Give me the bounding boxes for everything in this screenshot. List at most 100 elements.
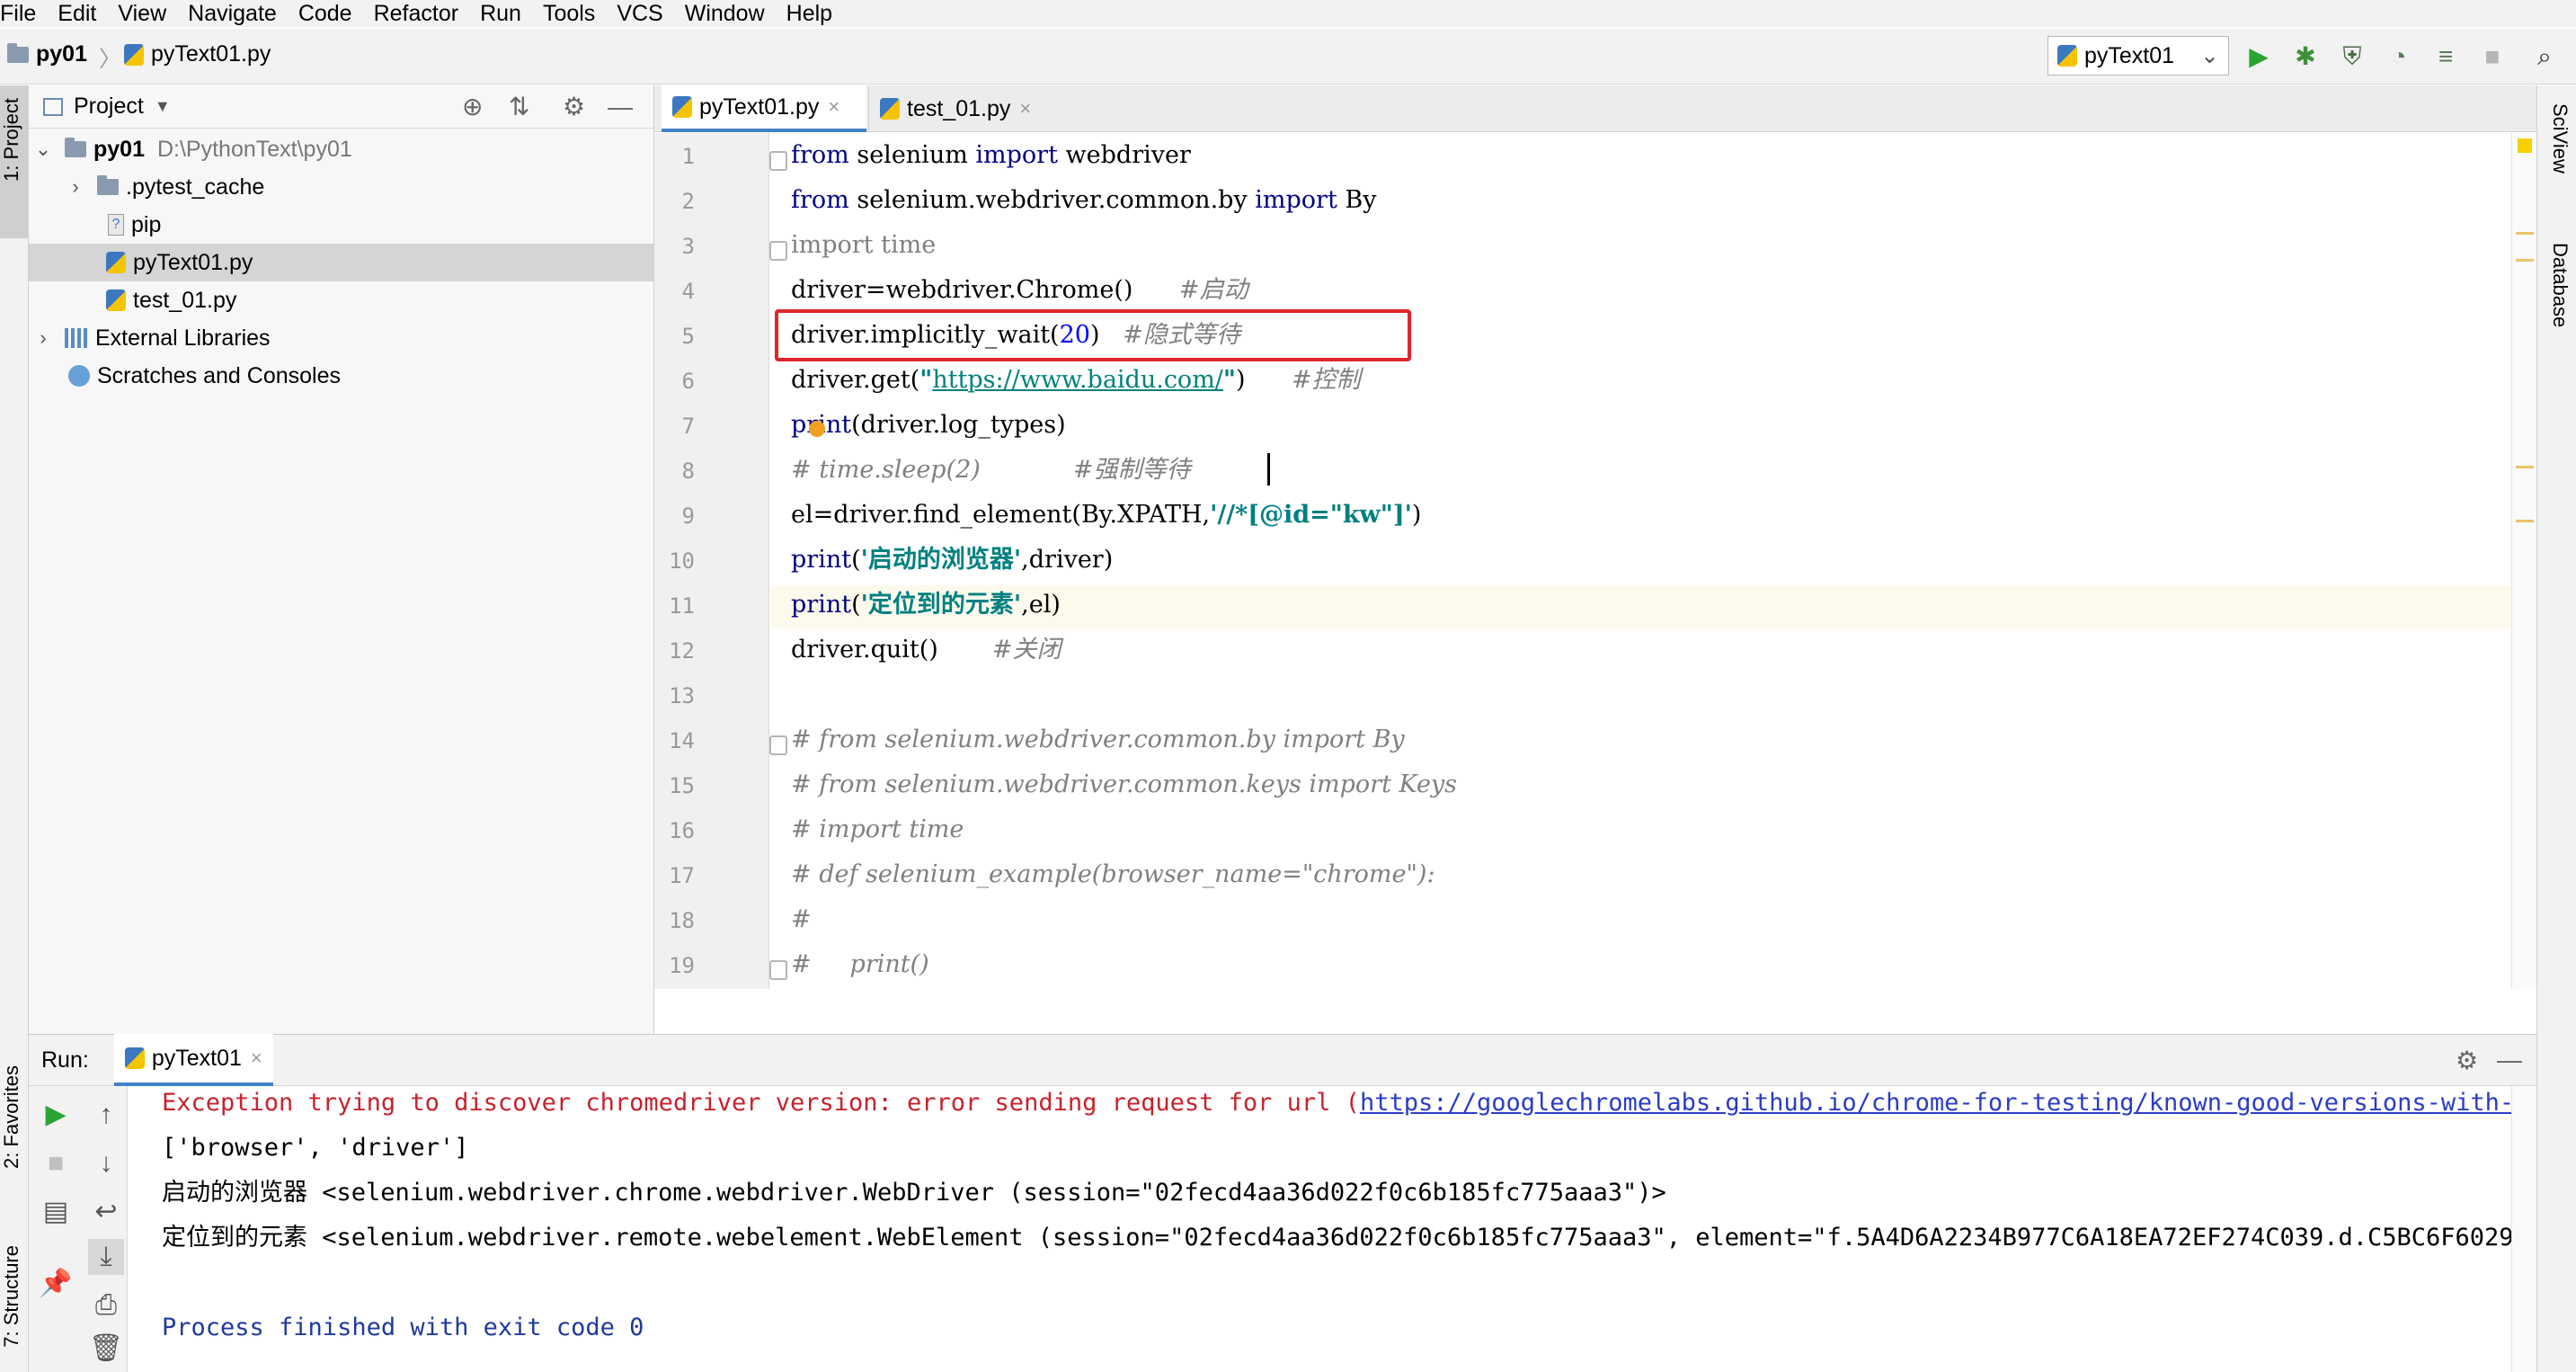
code-line: # import time [791, 815, 964, 843]
trash-icon[interactable]: 🗑 [88, 1331, 124, 1367]
console-line: 定位到的元素 <selenium.webdriver.remote.webele… [162, 1224, 2511, 1252]
folder-icon [7, 42, 29, 63]
run-tab-pytext01[interactable]: pyText01 × [113, 1034, 273, 1086]
concurrency-icon[interactable]: ≡ [2432, 43, 2459, 70]
tree-item-pytext01[interactable]: pyText01.py [29, 244, 654, 281]
debug-icon[interactable]: ✱ [2292, 43, 2319, 70]
python-file-icon [880, 98, 900, 120]
chevron-down-icon[interactable]: ▼ [155, 97, 171, 116]
line-number: 9 [681, 503, 695, 529]
chevron-down-icon[interactable]: ⌄ [34, 138, 52, 161]
console-url-link[interactable]: https://googlechromelabs.github.io/chrom… [1360, 1089, 2511, 1117]
chevron-right-icon[interactable]: › [34, 326, 52, 350]
python-file-icon [106, 252, 126, 273]
console-line: 启动的浏览器 <selenium.webdriver.chrome.webdri… [162, 1179, 1666, 1207]
gear-icon[interactable]: ⚙ [2456, 1046, 2478, 1075]
scroll-to-end-icon[interactable]: ⤓ [88, 1239, 124, 1275]
intention-bulb-icon[interactable] [809, 421, 825, 437]
unknown-file-icon: ? [108, 214, 124, 236]
breadcrumb-separator-icon: 〉 [99, 47, 122, 72]
project-view-selector[interactable]: Project [74, 94, 144, 120]
code-line: print('启动的浏览器',driver) [791, 546, 1114, 574]
collapse-all-icon[interactable]: ⇅ [509, 92, 529, 121]
line-number: 4 [681, 279, 695, 304]
tab-pytext01[interactable]: pyText01.py × [662, 85, 866, 132]
project-panel-header: Project ▼ ⊕ ⇅ ⚙ — [29, 85, 654, 129]
menu-bar: File Edit View Navigate Code Refactor Ru… [0, 0, 2576, 27]
restore-layout-icon[interactable]: ▤ [38, 1194, 74, 1230]
close-icon[interactable]: × [1019, 97, 1031, 120]
hide-panel-icon[interactable]: — [2497, 1046, 2522, 1074]
soft-wrap-icon[interactable]: ↩ [88, 1194, 124, 1230]
menu-view[interactable]: View [118, 0, 166, 27]
fold-marker-icon[interactable] [769, 241, 787, 261]
tree-item-external-libraries[interactable]: › External Libraries [29, 319, 654, 357]
error-stripe-mark[interactable] [2516, 232, 2534, 235]
favorites-tool-button[interactable]: 2: Favorites [0, 1065, 29, 1245]
breadcrumb-project[interactable]: py01 [7, 41, 87, 67]
code-editor[interactable]: 1 2 3 4 5 6 7 8 9 10 11 12 13 14 15 16 1… [654, 133, 2536, 989]
code-line: print(driver.log_types) [791, 411, 1066, 439]
structure-tool-button[interactable]: 7: Structure [0, 1245, 29, 1372]
gear-icon[interactable]: ⚙ [563, 92, 585, 121]
tab-test01[interactable]: test_01.py × [868, 85, 1073, 132]
breadcrumb-file[interactable]: pyText01.py [124, 41, 271, 67]
line-number: 18 [669, 908, 695, 933]
menu-window[interactable]: Window [685, 0, 765, 27]
menu-file[interactable]: File [0, 0, 36, 27]
search-icon[interactable]: ⌕ [2531, 43, 2558, 70]
stop-icon[interactable]: ■ [38, 1145, 74, 1181]
tree-item-test01[interactable]: test_01.py [29, 281, 654, 319]
project-tool-button[interactable]: 1: Project [0, 85, 29, 238]
code-line: print('定位到的元素',el) [791, 591, 1061, 619]
fold-marker-icon[interactable] [769, 151, 787, 171]
pin-tab-icon[interactable]: 📌 [38, 1266, 74, 1302]
sciview-tool-button[interactable]: SciView [2537, 103, 2576, 229]
menu-edit[interactable]: Edit [58, 0, 96, 27]
run-console[interactable]: Exception trying to discover chromedrive… [128, 1086, 2511, 1372]
stop-icon[interactable]: ■ [2479, 43, 2506, 70]
code-line: # print() [791, 950, 929, 978]
code-line: # def selenium_example(browser_name="chr… [791, 860, 1435, 888]
run-label: Run: [41, 1047, 89, 1073]
menu-run[interactable]: Run [480, 0, 521, 27]
close-icon[interactable]: × [251, 1047, 262, 1070]
editor-scrollbar[interactable] [2511, 133, 2536, 989]
code-line: # from selenium.webdriver.common.by impo… [791, 726, 1405, 753]
run-configuration-select[interactable]: pyText01 ⌄ [2047, 36, 2229, 76]
hide-panel-icon[interactable]: — [608, 93, 633, 121]
scroll-up-icon[interactable]: ↑ [88, 1097, 124, 1133]
menu-refactor[interactable]: Refactor [374, 0, 458, 27]
error-stripe-mark[interactable] [2516, 466, 2534, 468]
annotation-highlight-box [775, 309, 1411, 361]
menu-code[interactable]: Code [298, 0, 352, 27]
database-tool-button[interactable]: Database [2537, 243, 2576, 378]
print-icon[interactable]: ⎙ [88, 1287, 124, 1323]
python-file-icon [106, 290, 126, 311]
error-stripe-mark[interactable] [2516, 520, 2534, 522]
menu-vcs[interactable]: VCS [617, 0, 662, 27]
tree-item-scratches[interactable]: Scratches and Consoles [29, 357, 654, 395]
console-scrollbar[interactable] [2511, 1086, 2536, 1372]
locate-file-icon[interactable]: ⊕ [462, 92, 483, 121]
error-stripe-mark[interactable] [2516, 259, 2534, 262]
menu-tools[interactable]: Tools [543, 0, 595, 27]
scroll-down-icon[interactable]: ↓ [88, 1145, 124, 1181]
tree-item-pytest-cache[interactable]: › .pytest_cache [29, 168, 654, 206]
fold-marker-icon[interactable] [769, 735, 787, 755]
python-file-icon [672, 96, 692, 118]
tree-item-py01[interactable]: ⌄ py01 D:\PythonText\py01 [29, 130, 654, 168]
tree-item-pip[interactable]: ? pip [29, 206, 654, 244]
rerun-icon[interactable]: ▶ [38, 1097, 74, 1133]
profile-icon[interactable]: ◔ [2385, 43, 2412, 70]
menu-navigate[interactable]: Navigate [188, 0, 277, 27]
code-line: from selenium.webdriver.common.by import… [791, 186, 1377, 214]
warning-indicator-icon[interactable] [2518, 138, 2532, 153]
code-line: el=driver.find_element(By.XPATH,'//*[@id… [791, 501, 1422, 529]
run-icon[interactable]: ▶ [2245, 43, 2272, 70]
fold-marker-icon[interactable] [769, 960, 787, 980]
menu-help[interactable]: Help [786, 0, 832, 27]
run-with-coverage-icon[interactable]: ⛨ [2339, 43, 2366, 70]
chevron-right-icon[interactable]: › [67, 175, 84, 199]
close-icon[interactable]: × [828, 95, 839, 119]
